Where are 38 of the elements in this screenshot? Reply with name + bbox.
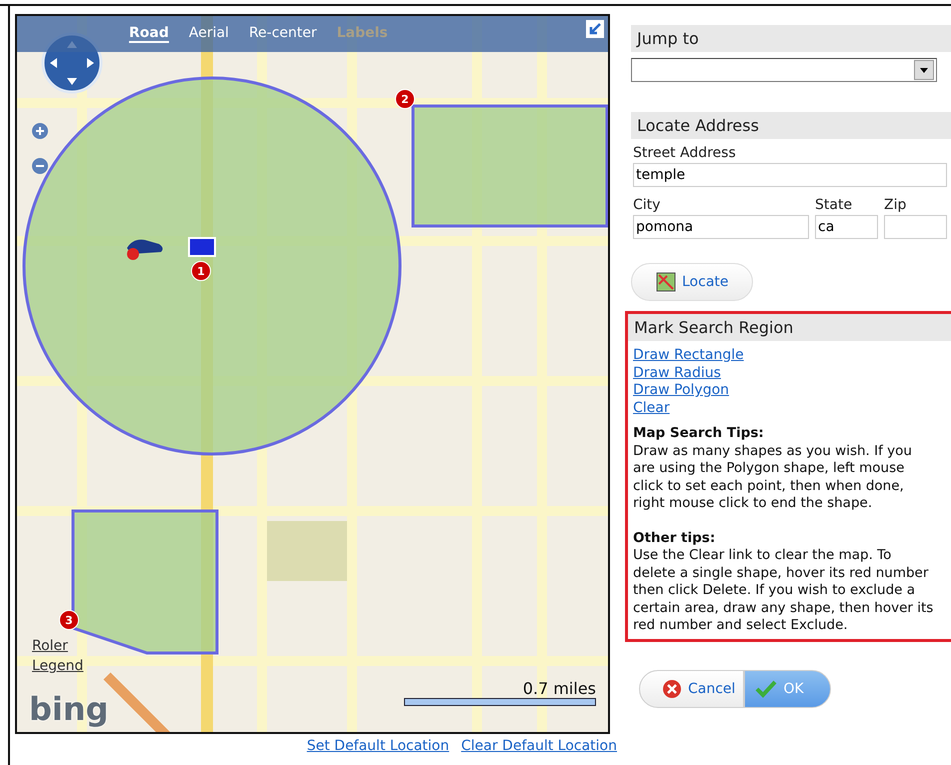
field-label: State xyxy=(815,197,854,213)
field-label: City xyxy=(633,197,662,213)
map-logo: bing xyxy=(29,690,109,728)
field-label: Street Address xyxy=(633,145,737,161)
draw-link[interactable]: Draw Rectangle xyxy=(633,347,744,364)
map-view-tab[interactable]: Road xyxy=(129,25,169,43)
default-location-link[interactable]: Clear Default Location xyxy=(461,738,617,754)
cancel-button[interactable]: Cancel xyxy=(639,670,744,708)
tips-text: Draw as many shapes as you wish. If you are using the Polygon shape, left mouse click to set each point, then when done, right mouse click to end the shape. xyxy=(633,442,913,512)
cancel-icon xyxy=(662,678,682,698)
draw-link[interactable]: Clear xyxy=(633,400,670,417)
tips-heading: Map Search Tips: xyxy=(633,425,765,442)
section-header: Jump to xyxy=(631,25,951,52)
section-header: Locate Address xyxy=(631,112,951,139)
scale-label: 0.7 miles xyxy=(522,679,596,698)
zoom-out-icon[interactable] xyxy=(32,158,48,174)
section-header: Mark Search Region xyxy=(628,314,951,341)
draw-link[interactable]: Draw Polygon xyxy=(633,382,730,400)
check-icon xyxy=(755,680,778,698)
input-field[interactable]: temple xyxy=(633,163,947,187)
locate-button[interactable]: Locate xyxy=(631,263,753,301)
draw-link[interactable]: Draw Radius xyxy=(633,364,721,382)
map-view-tab[interactable]: Re-center xyxy=(248,25,317,43)
input-field[interactable]: pomona xyxy=(633,215,809,239)
dropdown-caret-icon xyxy=(920,68,928,72)
map-link[interactable]: Roler xyxy=(32,638,68,654)
input-field[interactable]: ca xyxy=(815,215,878,239)
zoom-in-icon[interactable] xyxy=(32,123,48,139)
map-view-tab[interactable]: Aerial xyxy=(188,25,229,43)
default-location-link[interactable]: Set Default Location xyxy=(306,738,450,754)
jump-to-select[interactable] xyxy=(631,58,937,82)
map-icon xyxy=(656,272,676,292)
field-label: Zip xyxy=(884,197,908,213)
tips-text: Use the Clear link to clear the map. To delete a single shape, hover its red number then click Delete. If you wish to exclude a certain area, draw any shape, then hover its red number and select Exclude. xyxy=(633,547,934,634)
input-field[interactable] xyxy=(884,215,947,239)
map-link[interactable]: Legend xyxy=(32,658,84,674)
collapse-icon[interactable] xyxy=(586,20,604,38)
tips-heading: Other tips: xyxy=(633,530,716,547)
